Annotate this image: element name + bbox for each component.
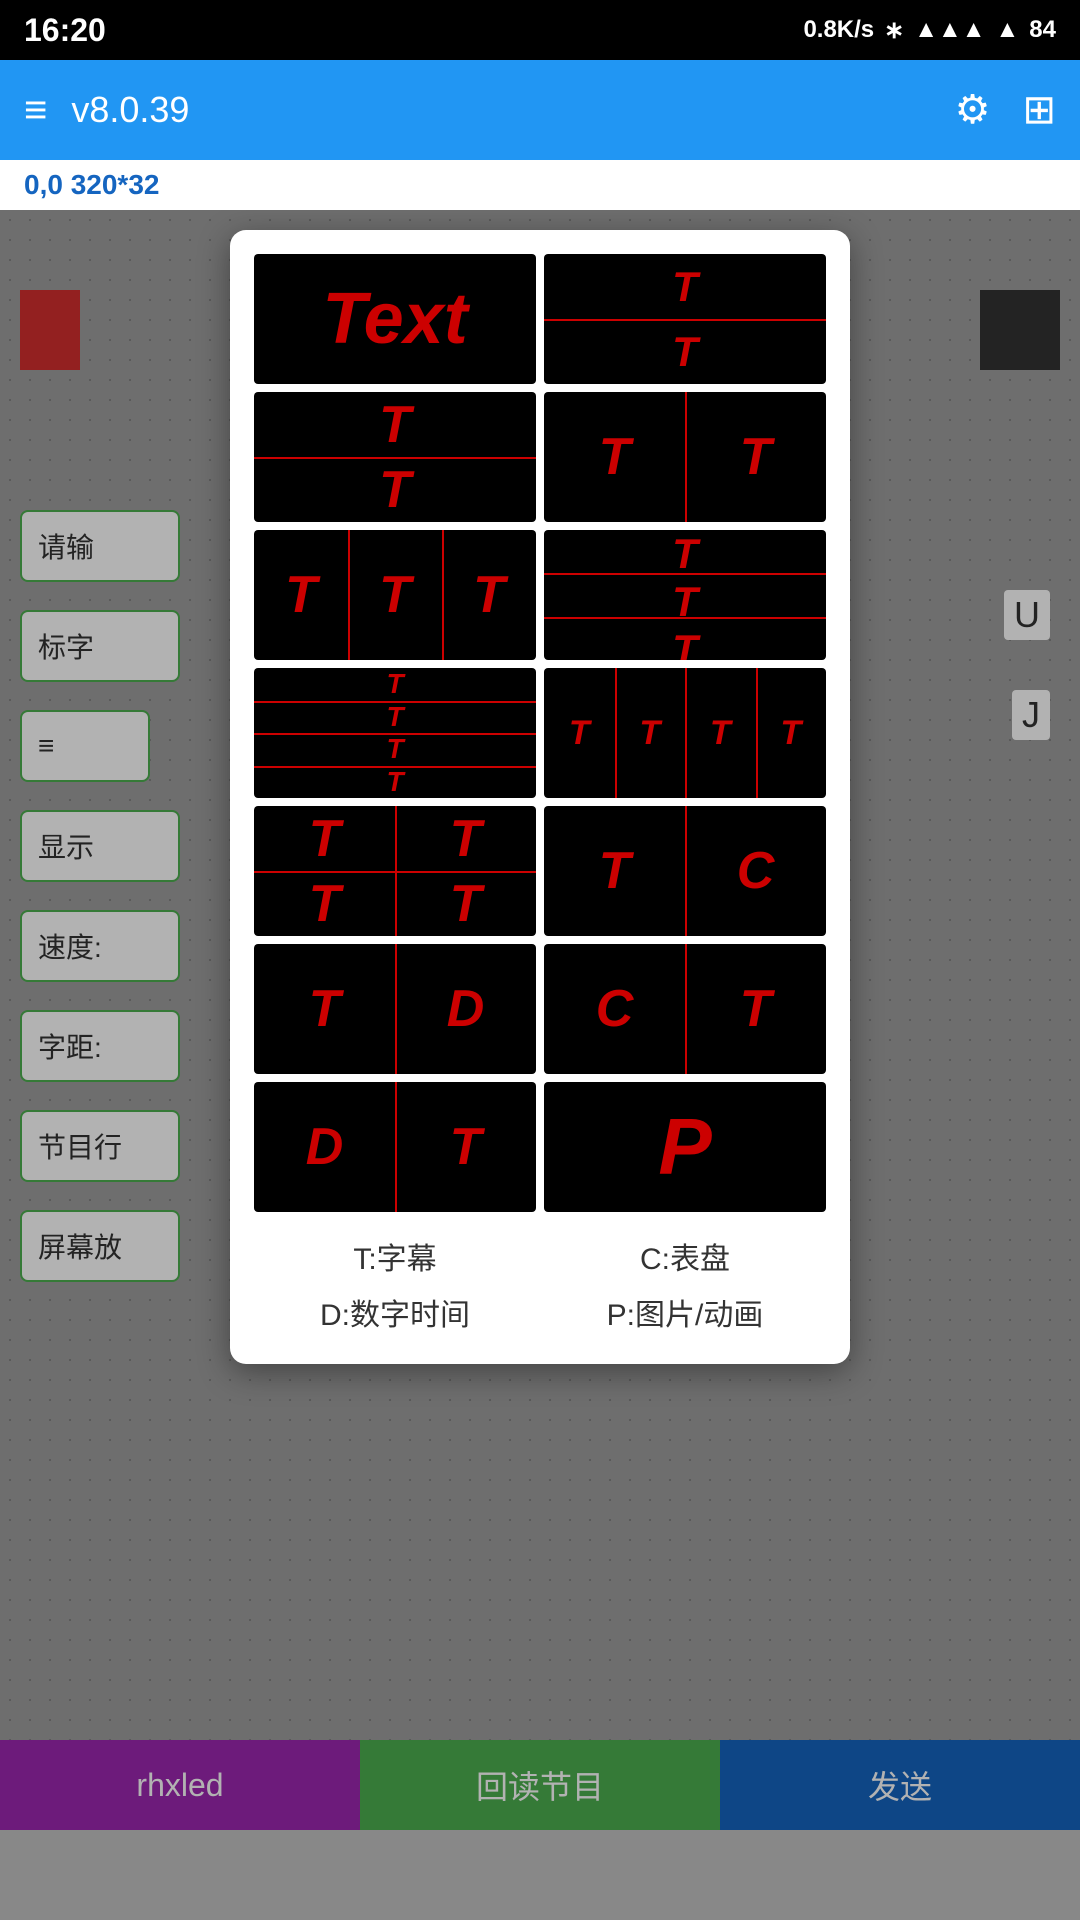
cell-6-1: T: [544, 530, 826, 578]
cell-3-bottom: T: [254, 457, 536, 522]
layout-cell-7[interactable]: T T T T: [254, 668, 536, 798]
v-div-12: [685, 944, 687, 1074]
cell-3-top: T: [254, 392, 536, 457]
v-div-9: [395, 806, 397, 936]
cell-7-2: T: [254, 701, 536, 734]
cell-bottom: T: [544, 319, 826, 384]
layout-cell-2[interactable]: T T: [544, 254, 826, 384]
cell-7-4: T: [254, 766, 536, 799]
cell-7-1: T: [254, 668, 536, 701]
legend-T: T:字幕: [254, 1236, 536, 1284]
cell-9-br: T: [395, 871, 536, 936]
legend: T:字幕 C:表盘 D:数字时间 P:图片/动画: [254, 1236, 826, 1340]
cell-5-3: T: [442, 530, 536, 660]
main-content: 请输 标字 ≡ 显示 速度: 字距: 节目行 屏幕放 U J Text: [0, 210, 1080, 1830]
cell-text-label: Text: [322, 278, 467, 360]
app-title: v8.0.39: [71, 89, 954, 131]
app-bar-actions: ⚙ ⊞: [955, 87, 1056, 133]
layout-cell-9[interactable]: T T T T: [254, 806, 536, 936]
h-div-7c: [254, 766, 536, 768]
cell-6-rows: T T T: [544, 530, 826, 660]
layout-cell-5[interactable]: T T T: [254, 530, 536, 660]
layout-grid: Text T T: [254, 254, 826, 1212]
layout-cell-3[interactable]: T T: [254, 392, 536, 522]
status-bar: 16:20 0.8K/s ∗ ▲▲▲ ▲ 84: [0, 0, 1080, 60]
layout-cell-8[interactable]: T T T T: [544, 668, 826, 798]
cell-4-right: T: [685, 392, 826, 522]
settings-icon[interactable]: ⚙: [955, 87, 991, 133]
cell-13-D: D: [254, 1082, 395, 1212]
cell-9-tr: T: [395, 806, 536, 871]
cell-8-4: T: [756, 668, 827, 798]
coord-label: 0,0 320*32: [0, 160, 1080, 210]
h-divider-6a: [544, 573, 826, 575]
v-div-11: [395, 944, 397, 1074]
v-div-8c: [756, 668, 758, 798]
layout-cell-13[interactable]: D T: [254, 1082, 536, 1212]
v-div-8b: [685, 668, 687, 798]
v-div-13: [395, 1082, 397, 1212]
layout-cell-6[interactable]: T T T: [544, 530, 826, 660]
v-div-8a: [615, 668, 617, 798]
modal-overlay: Text T T: [0, 210, 1080, 1830]
cell-12-C: C: [544, 944, 685, 1074]
cell-4-left: T: [544, 392, 685, 522]
v-divider-4: [685, 392, 687, 522]
cell-6-3: T: [544, 626, 826, 660]
cell-8-2: T: [615, 668, 686, 798]
cell-7-3: T: [254, 733, 536, 766]
cell-10-C: C: [685, 806, 826, 936]
v-div-10: [685, 806, 687, 936]
h-div-7b: [254, 733, 536, 735]
cell-11-D: D: [395, 944, 536, 1074]
layout-cell-10[interactable]: T C: [544, 806, 826, 936]
v-divider-5b: [442, 530, 444, 660]
h-divider-3: [254, 457, 536, 459]
network-speed: 0.8K/s: [803, 16, 874, 44]
status-icons: 0.8K/s ∗ ▲▲▲ ▲ 84: [803, 16, 1056, 45]
cell-8-1: T: [544, 668, 615, 798]
cell-13-T: T: [395, 1082, 536, 1212]
cell-9-bl: T: [254, 871, 395, 936]
legend-D: D:数字时间: [254, 1292, 536, 1340]
h-divider: [544, 319, 826, 321]
bluetooth-icon: ∗: [884, 16, 904, 45]
cell-5-cols: T T T: [254, 530, 536, 660]
grid-icon[interactable]: ⊞: [1022, 87, 1056, 133]
layout-picker-modal: Text T T: [230, 230, 850, 1364]
cell-5-2: T: [348, 530, 442, 660]
cell-6-2: T: [544, 578, 826, 626]
h-div-7a: [254, 701, 536, 703]
status-time: 16:20: [24, 12, 106, 49]
layout-cell-14[interactable]: P: [544, 1082, 826, 1212]
layout-cell-text[interactable]: Text: [254, 254, 536, 384]
signal-icon: ▲▲▲: [914, 16, 985, 44]
menu-icon[interactable]: ≡: [24, 88, 47, 133]
cell-10-T: T: [544, 806, 685, 936]
cell-12-T: T: [685, 944, 826, 1074]
layout-cell-12[interactable]: C T: [544, 944, 826, 1074]
wifi-icon: ▲: [996, 16, 1020, 44]
app-bar: ≡ v8.0.39 ⚙ ⊞: [0, 60, 1080, 160]
h-divider-6b: [544, 617, 826, 619]
cell-top: T: [544, 254, 826, 319]
layout-cell-11[interactable]: T D: [254, 944, 536, 1074]
legend-P: P:图片/动画: [544, 1292, 826, 1340]
cell-5-1: T: [254, 530, 348, 660]
cell-9-tl: T: [254, 806, 395, 871]
cell-P-label: P: [658, 1101, 711, 1193]
legend-C: C:表盘: [544, 1236, 826, 1284]
cell-8-3: T: [685, 668, 756, 798]
layout-cell-4[interactable]: T T: [544, 392, 826, 522]
battery-icon: 84: [1029, 16, 1056, 44]
v-divider-5a: [348, 530, 350, 660]
cell-11-T: T: [254, 944, 395, 1074]
